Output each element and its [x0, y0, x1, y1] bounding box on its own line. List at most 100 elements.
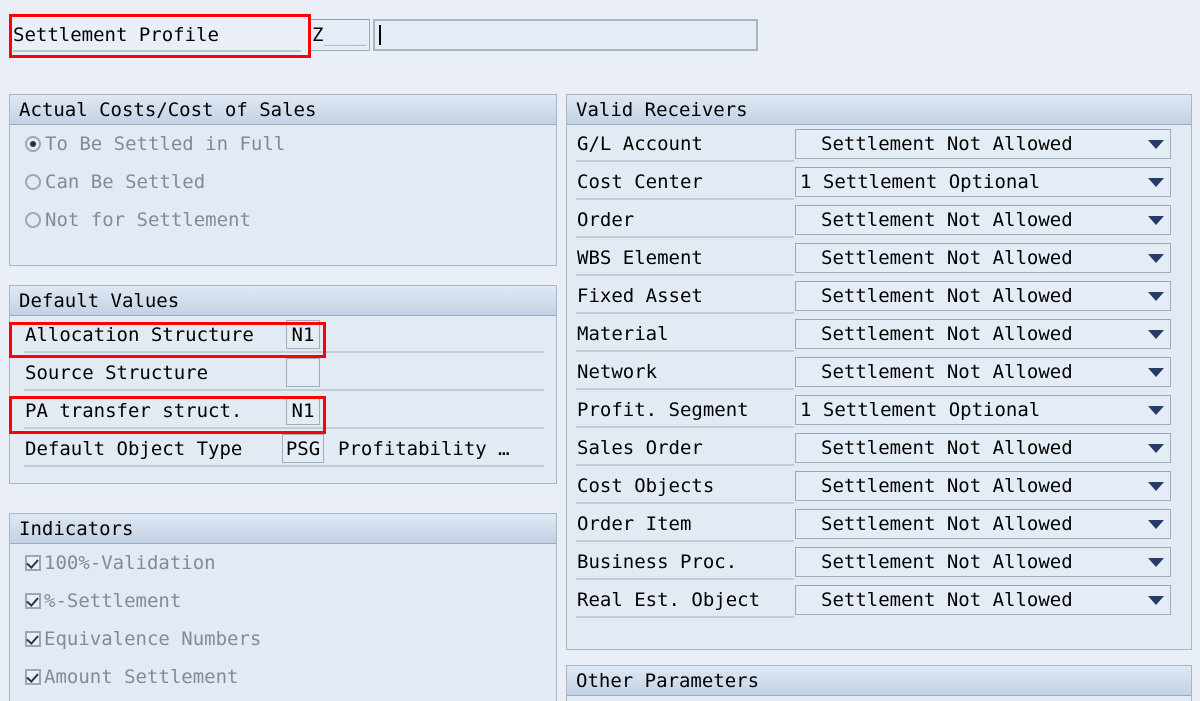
radio-option-to-be-settled-in-full[interactable]: To Be Settled in Full — [10, 125, 556, 163]
receiver-row-network: Network Settlement Not Allowed — [567, 353, 1191, 391]
chevron-down-icon[interactable] — [1142, 434, 1170, 462]
checkbox-icon-checked — [25, 593, 41, 609]
receiver-label: G/L Account — [567, 125, 795, 163]
receiver-value: 1 Settlement Optional — [800, 171, 1041, 193]
chevron-down-icon[interactable] — [1142, 396, 1170, 424]
source-structure-input[interactable] — [286, 358, 320, 387]
pa-transfer-struct-row: PA transfer struct. N1 — [10, 392, 556, 430]
pa-transfer-struct-input[interactable]: N1 — [286, 396, 320, 425]
receiver-value: Settlement Not Allowed — [821, 323, 1073, 345]
radio-option-can-be-settled[interactable]: Can Be Settled — [10, 163, 556, 201]
default-values-panel-body: Allocation Structure N1 Source Structure… — [10, 316, 556, 468]
receiver-dropdown-profit-segment[interactable]: 1 Settlement Optional — [795, 395, 1171, 425]
receiver-dropdown-cost-objects[interactable]: Settlement Not Allowed — [795, 471, 1171, 501]
checkbox-icon-checked — [25, 669, 41, 685]
allocation-structure-input[interactable]: N1 — [286, 320, 320, 349]
receiver-value: 1 Settlement Optional — [800, 399, 1041, 421]
receiver-label: Business Proc. — [567, 543, 795, 581]
receiver-value: Settlement Not Allowed — [821, 209, 1073, 231]
radio-icon-selected — [25, 136, 41, 152]
indicators-panel-title: Indicators — [10, 514, 556, 544]
receiver-dropdown-gl-account[interactable]: Settlement Not Allowed — [795, 129, 1171, 159]
settlement-profile-label: Settlement Profile — [13, 24, 219, 46]
default-object-type-description: Profitability … — [338, 438, 510, 460]
receiver-label: Cost Objects — [567, 467, 795, 505]
receiver-value: Settlement Not Allowed — [821, 551, 1073, 573]
receiver-dropdown-cost-center[interactable]: 1 Settlement Optional — [795, 167, 1171, 197]
receiver-dropdown-business-proc[interactable]: Settlement Not Allowed — [795, 547, 1171, 577]
receiver-row-fixed-asset: Fixed Asset Settlement Not Allowed — [567, 277, 1191, 315]
row-underline — [24, 465, 544, 467]
row-underline — [24, 351, 544, 353]
checkbox-icon-checked — [25, 555, 41, 571]
settlement-profile-key-value: Z — [312, 24, 324, 46]
receiver-label: Profit. Segment — [567, 391, 795, 429]
receiver-dropdown-fixed-asset[interactable]: Settlement Not Allowed — [795, 281, 1171, 311]
receiver-label: Fixed Asset — [567, 277, 795, 315]
receiver-value: Settlement Not Allowed — [821, 133, 1073, 155]
chevron-down-icon[interactable] — [1142, 320, 1170, 348]
settlement-profile-key-input[interactable]: Z ____ — [308, 19, 370, 51]
chevron-down-icon[interactable] — [1142, 510, 1170, 538]
receiver-row-cost-objects: Cost Objects Settlement Not Allowed — [567, 467, 1191, 505]
default-values-panel-title: Default Values — [10, 286, 556, 316]
settlement-profile-description-input[interactable] — [373, 19, 758, 51]
receiver-value: Settlement Not Allowed — [821, 513, 1073, 535]
checkbox-label: Equivalence Numbers — [44, 628, 262, 650]
chevron-down-icon[interactable] — [1142, 168, 1170, 196]
receiver-dropdown-real-est-object[interactable]: Settlement Not Allowed — [795, 585, 1171, 615]
header-bar: Settlement Profile Z ____ — [0, 0, 1200, 78]
receiver-row-cost-center: Cost Center 1 Settlement Optional — [567, 163, 1191, 201]
default-object-type-label: Default Object Type — [25, 438, 243, 460]
checkbox-icon-checked — [25, 631, 41, 647]
receiver-row-sales-order: Sales Order Settlement Not Allowed — [567, 429, 1191, 467]
receiver-value: Settlement Not Allowed — [821, 589, 1073, 611]
chevron-down-icon[interactable] — [1142, 206, 1170, 234]
chevron-down-icon[interactable] — [1142, 130, 1170, 158]
actual-costs-panel-body: To Be Settled in Full Can Be Settled Not… — [10, 125, 556, 239]
receiver-label: Sales Order — [567, 429, 795, 467]
receiver-dropdown-order-item[interactable]: Settlement Not Allowed — [795, 509, 1171, 539]
radio-icon — [25, 212, 41, 228]
chevron-down-icon[interactable] — [1142, 282, 1170, 310]
receiver-label: Real Est. Object — [567, 581, 795, 619]
receiver-dropdown-order[interactable]: Settlement Not Allowed — [795, 205, 1171, 235]
checkbox-row-amount-settlement[interactable]: Amount Settlement — [10, 658, 556, 696]
receiver-row-profit-segment: Profit. Segment 1 Settlement Optional — [567, 391, 1191, 429]
text-cursor — [379, 25, 381, 45]
receiver-dropdown-sales-order[interactable]: Settlement Not Allowed — [795, 433, 1171, 463]
receiver-dropdown-material[interactable]: Settlement Not Allowed — [795, 319, 1171, 349]
checkbox-label: 100%-Validation — [44, 552, 216, 574]
receiver-value: Settlement Not Allowed — [821, 361, 1073, 383]
row-underline — [24, 389, 544, 391]
receiver-label: Cost Center — [567, 163, 795, 201]
row-underline — [24, 427, 544, 429]
settlement-profile-label-underline — [13, 50, 301, 52]
checkbox-row-percent-settlement[interactable]: %-Settlement — [10, 582, 556, 620]
radio-label: Not for Settlement — [45, 209, 251, 231]
settlement-profile-key-placeholder: ____ — [323, 24, 366, 46]
checkbox-row-equivalence-numbers[interactable]: Equivalence Numbers — [10, 620, 556, 658]
allocation-structure-row: Allocation Structure N1 — [10, 316, 556, 354]
chevron-down-icon[interactable] — [1142, 586, 1170, 614]
checkbox-row-100-percent-validation[interactable]: 100%-Validation — [10, 544, 556, 582]
default-object-type-input[interactable]: PSG — [282, 434, 324, 463]
receiver-label: Order Item — [567, 505, 795, 543]
receiver-dropdown-network[interactable]: Settlement Not Allowed — [795, 357, 1171, 387]
radio-icon — [25, 174, 41, 190]
source-structure-row: Source Structure — [10, 354, 556, 392]
checkbox-label: Amount Settlement — [44, 666, 239, 688]
pa-transfer-struct-label: PA transfer struct. — [25, 400, 243, 422]
chevron-down-icon[interactable] — [1142, 472, 1170, 500]
radio-option-not-for-settlement[interactable]: Not for Settlement — [10, 201, 556, 239]
radio-label: Can Be Settled — [45, 171, 206, 193]
valid-receivers-panel: Valid Receivers G/L Account Settlement N… — [566, 94, 1192, 650]
chevron-down-icon[interactable] — [1142, 358, 1170, 386]
other-parameters-panel: Other Parameters — [566, 665, 1192, 701]
chevron-down-icon[interactable] — [1142, 548, 1170, 576]
receiver-row-material: Material Settlement Not Allowed — [567, 315, 1191, 353]
valid-receivers-panel-title: Valid Receivers — [567, 95, 1191, 125]
receiver-dropdown-wbs-element[interactable]: Settlement Not Allowed — [795, 243, 1171, 273]
receiver-label: WBS Element — [567, 239, 795, 277]
chevron-down-icon[interactable] — [1142, 244, 1170, 272]
